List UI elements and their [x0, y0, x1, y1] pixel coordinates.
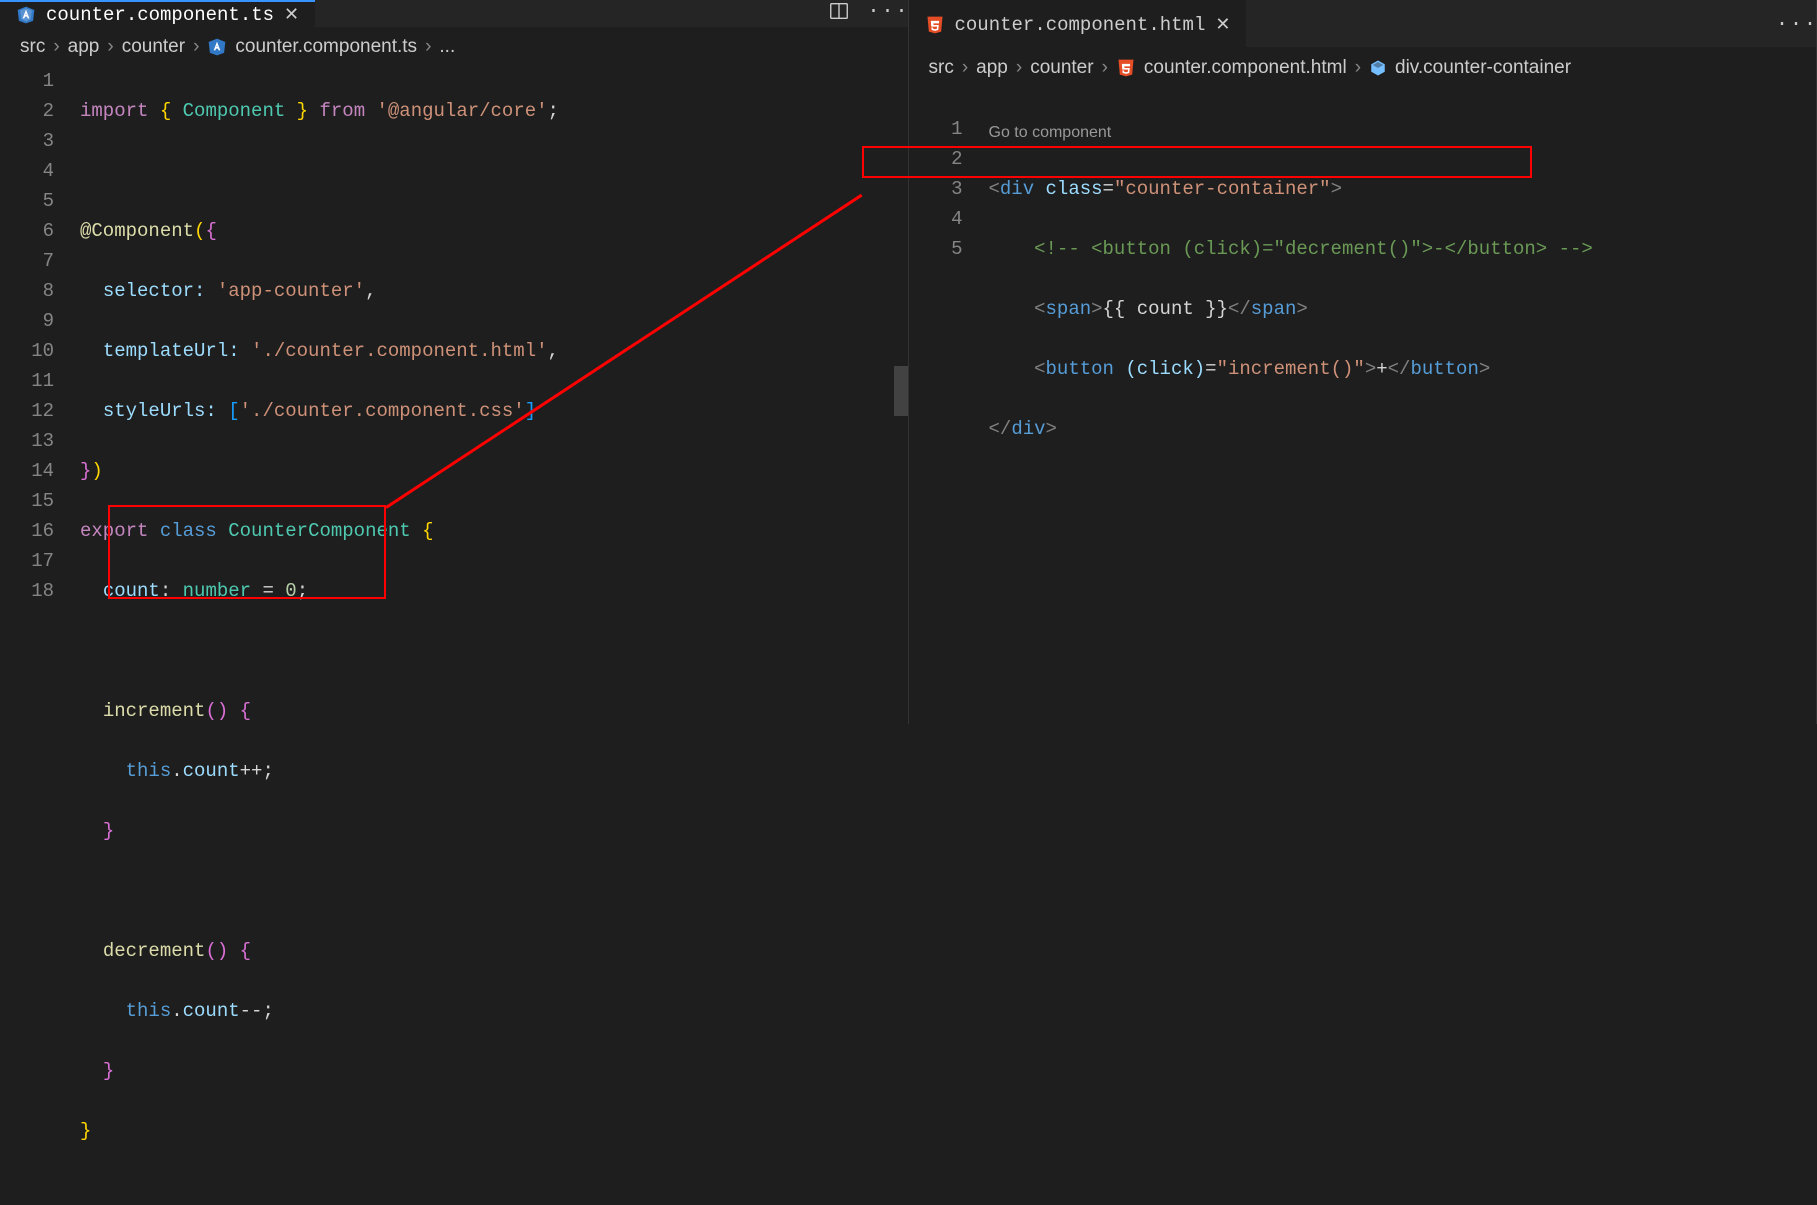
tab-actions: ···: [1776, 13, 1816, 35]
editor-pane-left: counter.component.ts ✕ ··· src › app › c…: [0, 0, 909, 724]
html-icon: [1116, 58, 1136, 78]
breadcrumb-item[interactable]: app: [976, 57, 1008, 79]
tab-label: counter.component.html: [955, 14, 1206, 36]
code-content[interactable]: import { Component } from '@angular/core…: [80, 66, 908, 1205]
breadcrumb-item[interactable]: ...: [439, 36, 455, 58]
breadcrumb-item[interactable]: counter.component.ts: [235, 36, 417, 58]
angular-icon: [207, 37, 227, 57]
breadcrumbs[interactable]: src › app › counter › counter.component.…: [0, 28, 908, 66]
code-editor[interactable]: 1 2 3 4 5 Go to component <div class="co…: [909, 88, 1817, 724]
breadcrumb-item[interactable]: src: [20, 36, 45, 58]
breadcrumb-item[interactable]: src: [929, 57, 954, 79]
breadcrumb-item[interactable]: counter: [122, 36, 185, 58]
tab-counter-ts[interactable]: counter.component.ts ✕: [0, 0, 315, 27]
breadcrumb-item[interactable]: div.counter-container: [1395, 57, 1571, 79]
chevron-right-icon: ›: [425, 36, 431, 58]
html-icon: [925, 15, 945, 35]
breadcrumb-item[interactable]: app: [68, 36, 100, 58]
tab-bar: counter.component.html ✕ ···: [909, 0, 1817, 48]
close-icon[interactable]: ✕: [284, 4, 299, 26]
tab-label: counter.component.ts: [46, 4, 274, 26]
angular-icon: [16, 5, 36, 25]
editor-pane-right: counter.component.html ✕ ··· src › app ›…: [909, 0, 1817, 724]
breadcrumb-item[interactable]: counter: [1030, 57, 1093, 79]
more-actions-icon[interactable]: ···: [868, 0, 890, 22]
chevron-right-icon: ›: [1355, 57, 1361, 79]
close-icon[interactable]: ✕: [1215, 14, 1230, 36]
line-gutter: 1 2 3 4 5 6 7 8 9 10 11 12 13 14 15 16 1…: [0, 66, 80, 1205]
chevron-right-icon: ›: [1102, 57, 1108, 79]
breadcrumbs[interactable]: src › app › counter › counter.component.…: [909, 48, 1817, 88]
codelens-link[interactable]: Go to component: [989, 118, 1817, 144]
chevron-right-icon: ›: [107, 36, 113, 58]
cube-icon: [1369, 59, 1387, 77]
breadcrumb-item[interactable]: counter.component.html: [1144, 57, 1347, 79]
code-editor[interactable]: 1 2 3 4 5 6 7 8 9 10 11 12 13 14 15 16 1…: [0, 66, 908, 1205]
chevron-right-icon: ›: [1016, 57, 1022, 79]
chevron-right-icon: ›: [53, 36, 59, 58]
line-gutter: 1 2 3 4 5: [909, 88, 989, 724]
split-editor-icon[interactable]: [828, 0, 850, 27]
code-content[interactable]: Go to component <div class="counter-cont…: [989, 88, 1817, 724]
tab-counter-html[interactable]: counter.component.html ✕: [909, 0, 1247, 47]
more-actions-icon[interactable]: ···: [1776, 13, 1798, 35]
tab-actions: ···: [828, 0, 908, 27]
scrollbar-thumb[interactable]: [894, 366, 908, 416]
tab-bar: counter.component.ts ✕ ···: [0, 0, 908, 28]
chevron-right-icon: ›: [962, 57, 968, 79]
chevron-right-icon: ›: [193, 36, 199, 58]
